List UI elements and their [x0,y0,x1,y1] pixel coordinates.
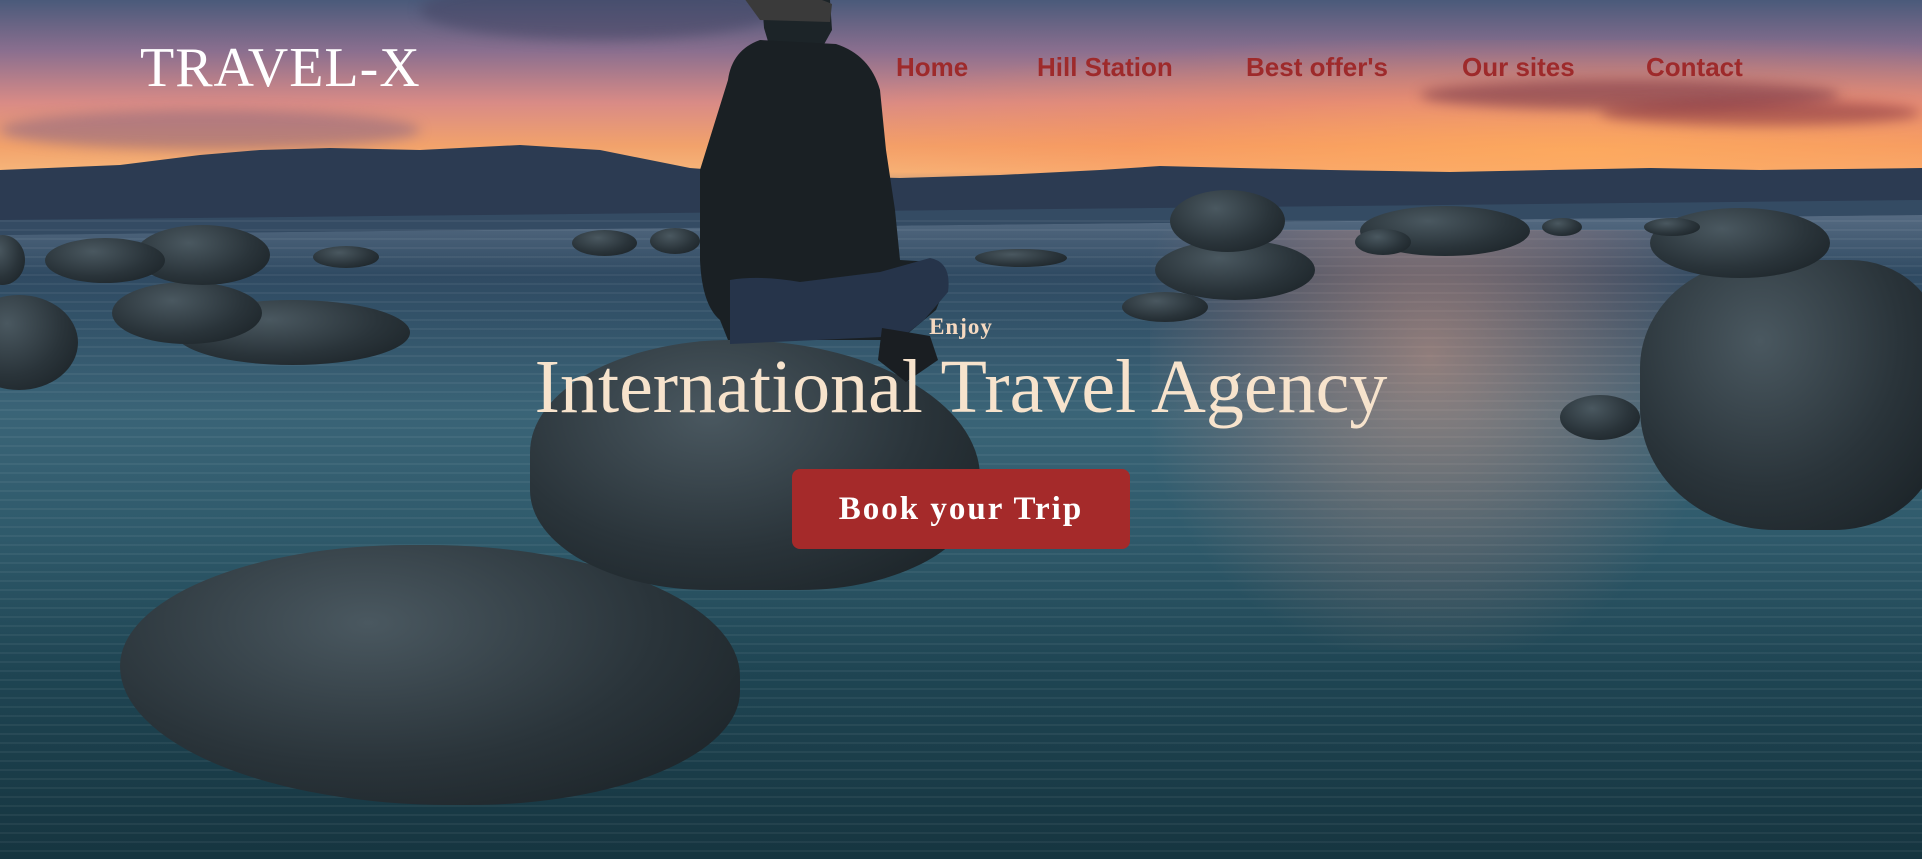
nav-item-our-sites[interactable]: Our sites [1462,52,1575,83]
nav-item-contact[interactable]: Contact [1646,52,1743,83]
hero-headline: International Travel Agency [534,345,1388,429]
site-logo[interactable]: TRAVEL-X [140,36,421,100]
nav-item-home[interactable]: Home [896,52,968,83]
book-trip-button[interactable]: Book your Trip [792,469,1130,549]
hero-section: TRAVEL-X Home Hill Station Best offer's … [0,0,1922,859]
hero-kicker: Enjoy [929,314,993,339]
nav-item-hill-station[interactable]: Hill Station [1037,52,1173,83]
nav-item-best-offers[interactable]: Best offer's [1246,52,1388,83]
